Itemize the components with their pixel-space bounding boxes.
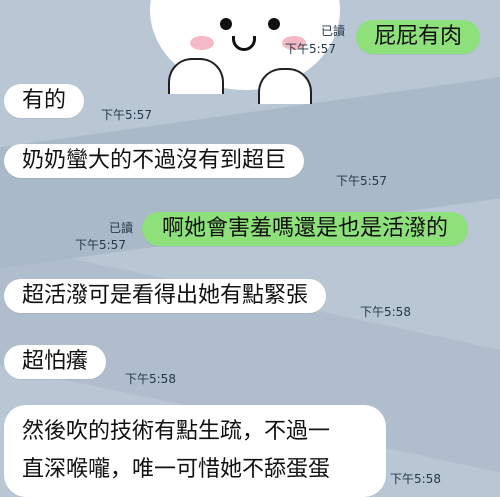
incoming-message-bubble[interactable]: 有的	[4, 84, 85, 118]
outgoing-message-bubble[interactable]: 屁屁有肉	[356, 20, 481, 54]
bunny-paw-right-icon	[258, 68, 312, 104]
read-receipt: 已讀	[320, 24, 345, 38]
message-time: 下午5:57	[101, 108, 152, 122]
message-line: 然後吹的技術有點生疏，不過一	[22, 419, 331, 444]
message-time: 下午5:58	[125, 372, 176, 386]
message-time: 下午5:58	[360, 305, 411, 319]
outgoing-message-bubble[interactable]: 啊她會害羞嗎還是也是活潑的	[142, 212, 469, 246]
bunny-right-eye-icon	[268, 18, 280, 30]
message-time: 下午5:57	[75, 238, 126, 252]
message-time: 下午5:57	[336, 174, 387, 188]
message-time: 下午5:57	[285, 42, 336, 56]
bunny-blush-left-icon	[190, 36, 214, 50]
bunny-mouth-icon	[232, 36, 256, 51]
incoming-message-bubble[interactable]: 然後吹的技術有點生疏，不過一 直深喉嚨，唯一可惜她不舔蛋蛋	[4, 405, 386, 497]
read-receipt: 已讀	[108, 221, 133, 235]
bunny-left-eye-icon	[220, 18, 232, 30]
incoming-message-bubble[interactable]: 奶奶蠻大的不過沒有到超巨	[4, 144, 305, 178]
message-line: 直深喉嚨，唯一可惜她不舔蛋蛋	[22, 457, 331, 482]
bunny-paw-left-icon	[168, 58, 224, 94]
incoming-message-bubble[interactable]: 超活潑可是看得出她有點緊張	[4, 279, 327, 313]
incoming-message-bubble[interactable]: 超怕癢	[4, 345, 107, 379]
message-time: 下午5:58	[390, 472, 441, 486]
